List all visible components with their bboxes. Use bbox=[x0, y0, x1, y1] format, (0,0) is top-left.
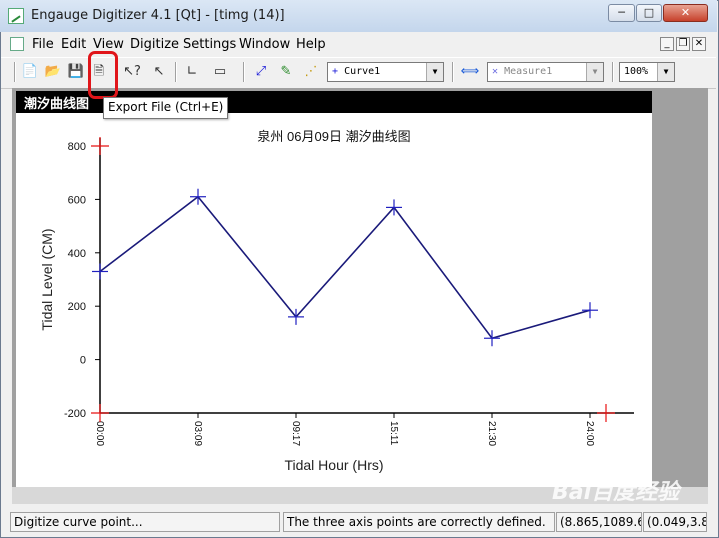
chart-x-tick-label: 15:11 bbox=[388, 421, 399, 446]
image-header-title: 潮汐曲线图 bbox=[24, 97, 90, 112]
chart-x-tick-label: 21:30 bbox=[486, 421, 497, 446]
segment-fill-button[interactable]: ✎ bbox=[276, 62, 296, 82]
import-button[interactable]: 📄 bbox=[20, 62, 40, 82]
mdi-minimize-button[interactable]: _ bbox=[660, 37, 674, 51]
select-icon: ↖ bbox=[153, 64, 165, 79]
chart-y-tick-label: 400 bbox=[68, 248, 86, 260]
status-graph-coords: (0.049,3.8) bbox=[643, 512, 707, 532]
menu-help[interactable]: Help bbox=[296, 37, 326, 52]
menu-settings[interactable]: Settings bbox=[183, 37, 236, 52]
segment-fill-icon: ✎ bbox=[280, 64, 292, 79]
menu-window[interactable]: Window bbox=[239, 37, 290, 52]
curve-marker-icon: + bbox=[332, 66, 339, 77]
chart-y-tick-label: -200 bbox=[64, 408, 86, 420]
toolbar-separator bbox=[175, 62, 177, 82]
status-message: The three axis points are correctly defi… bbox=[283, 512, 555, 532]
curve-combo-value: Curve1 bbox=[344, 66, 381, 77]
status-mode: Digitize curve point... bbox=[10, 512, 280, 532]
measure-icon: ⟺ bbox=[460, 64, 480, 79]
status-screen-coords: (8.865,1089.6) bbox=[556, 512, 642, 532]
scale-bar-button[interactable]: ▭ bbox=[210, 62, 230, 82]
chart-title: 泉州 06月09日 潮汐曲线图 bbox=[257, 129, 410, 144]
chart-x-tick-label: 03:09 bbox=[192, 421, 203, 446]
measure-combo-value: Measure1 bbox=[504, 66, 553, 77]
app-icon bbox=[8, 8, 24, 24]
menu-view[interactable]: View bbox=[93, 37, 124, 52]
chart-y-tick-label: 600 bbox=[68, 194, 86, 206]
minimize-button[interactable]: ─ bbox=[608, 4, 635, 22]
scale-bar-icon: ▭ bbox=[213, 64, 227, 79]
toolbar-separator bbox=[243, 62, 245, 82]
curve-point-icon: ⤢ bbox=[255, 64, 267, 79]
watermark-logo: Bai百度经验 bbox=[552, 480, 680, 505]
highlight-box bbox=[88, 51, 118, 99]
chart-y-tick-label: 0 bbox=[80, 355, 86, 367]
document-icon[interactable] bbox=[10, 37, 24, 51]
document-canvas[interactable]: 泉州 06月09日 潮汐曲线图 Tidal Level (CM) Tidal H… bbox=[16, 113, 652, 487]
curve-combo[interactable]: + Curve1 ▼ bbox=[327, 62, 444, 82]
mdi-close-button[interactable]: ✕ bbox=[692, 37, 706, 51]
chart-y-tick-label: 800 bbox=[68, 141, 86, 153]
chart-y-tick-label: 200 bbox=[68, 301, 86, 313]
chart-x-tick-label: 24:00 bbox=[584, 421, 595, 446]
save-button[interactable]: 💾 bbox=[66, 62, 86, 82]
import-icon: 📄 bbox=[21, 64, 39, 79]
zoom-combo-value: 100% bbox=[624, 66, 649, 77]
axis-point-button[interactable]: ∟ bbox=[182, 62, 202, 82]
measure-combo[interactable]: ✕ Measure1 ▼ bbox=[487, 62, 604, 82]
menu-file[interactable]: File bbox=[32, 37, 54, 52]
maximize-button[interactable]: □ bbox=[636, 4, 662, 22]
chevron-down-icon[interactable]: ▼ bbox=[586, 63, 603, 81]
point-match-button[interactable]: ⋰ bbox=[301, 62, 321, 82]
zoom-combo[interactable]: 100% ▼ bbox=[619, 62, 675, 82]
open-button[interactable]: 📂 bbox=[43, 62, 63, 82]
toolbar-separator bbox=[14, 62, 16, 82]
measure-marker-icon: ✕ bbox=[492, 66, 499, 77]
measure-button[interactable]: ⟺ bbox=[460, 62, 480, 82]
chart-x-axis-label: Tidal Hour (Hrs) bbox=[284, 457, 383, 473]
open-icon: 📂 bbox=[44, 64, 62, 79]
curve-point-button[interactable]: ⤢ bbox=[251, 62, 271, 82]
chart-x-tick-label: 09:17 bbox=[290, 421, 301, 446]
chevron-down-icon[interactable]: ▼ bbox=[426, 63, 443, 81]
toolbar-separator bbox=[612, 62, 614, 82]
window-title: Engauge Digitizer 4.1 [Qt] - [timg (14)] bbox=[31, 8, 285, 23]
close-button[interactable]: ✕ bbox=[663, 4, 708, 22]
mdi-restore-button[interactable]: ❐ bbox=[676, 37, 690, 51]
save-icon: 💾 bbox=[67, 64, 85, 79]
menu-edit[interactable]: Edit bbox=[61, 37, 86, 52]
chart-y-axis-label: Tidal Level (CM) bbox=[39, 228, 55, 330]
whats-this-icon: ↖? bbox=[123, 64, 141, 79]
toolbar-separator bbox=[452, 62, 454, 82]
chart-series-line bbox=[99, 195, 591, 340]
whats-this-button[interactable]: ↖? bbox=[122, 62, 142, 82]
axis-point-icon: ∟ bbox=[186, 64, 198, 79]
tidal-chart[interactable]: 泉州 06月09日 潮汐曲线图 Tidal Level (CM) Tidal H… bbox=[16, 113, 652, 487]
menu-digitize[interactable]: Digitize bbox=[130, 37, 179, 52]
export-tooltip: Export File (Ctrl+E) bbox=[103, 97, 229, 119]
point-match-icon: ⋰ bbox=[304, 64, 318, 79]
chart-x-tick-label: 00:00 bbox=[94, 421, 105, 446]
select-button[interactable]: ↖ bbox=[149, 62, 169, 82]
chevron-down-icon[interactable]: ▼ bbox=[657, 63, 674, 81]
